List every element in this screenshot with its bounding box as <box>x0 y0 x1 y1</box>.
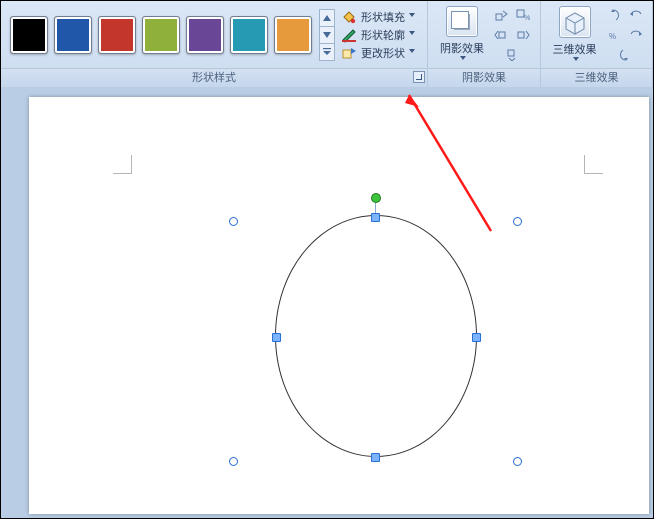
ribbon: 形状填充 形状轮廓 更改形状 <box>1 1 653 88</box>
style-swatch-1[interactable] <box>54 16 92 54</box>
chevron-down-icon <box>409 31 417 39</box>
shape-fill-button[interactable]: 形状填充 <box>341 9 417 25</box>
shadow-nudge-up[interactable] <box>491 6 511 24</box>
group-shadow: 阴影效果 % 阴影效果 <box>428 1 541 87</box>
handle-s[interactable] <box>371 453 380 462</box>
page[interactable] <box>29 97 649 514</box>
three-d-effects-button[interactable]: 三维效果 <box>550 6 600 64</box>
shadow-icon <box>446 6 478 37</box>
group-label-shape-styles: 形状样式 <box>1 68 427 87</box>
change-shape-label: 更改形状 <box>361 45 405 61</box>
three-d-effects-label: 三维效果 <box>553 41 597 57</box>
shadow-nudge: % <box>491 6 533 64</box>
handle-e[interactable] <box>472 333 481 342</box>
svg-text:%: % <box>609 32 616 41</box>
shadow-toggle[interactable]: % <box>513 6 533 24</box>
shadow-effects-button[interactable]: 阴影效果 <box>437 6 487 64</box>
document-area <box>1 87 653 518</box>
shape-outline-label: 形状轮廓 <box>361 27 405 43</box>
style-swatch-3[interactable] <box>142 16 180 54</box>
group-label-text: 形状样式 <box>192 72 236 84</box>
style-swatch-0[interactable] <box>10 16 48 54</box>
shape-fill-label: 形状填充 <box>361 9 405 25</box>
style-swatch-2[interactable] <box>98 16 136 54</box>
cube-icon <box>559 6 591 38</box>
group-label-text: 阴影效果 <box>462 72 506 84</box>
shadow-nudge-left[interactable] <box>491 26 511 44</box>
tilt-right[interactable] <box>626 26 646 44</box>
handle-w[interactable] <box>272 333 281 342</box>
rotate-handle[interactable] <box>371 193 381 203</box>
chevron-down-icon <box>573 57 581 64</box>
gallery-scroll <box>319 9 335 61</box>
pen-icon <box>341 27 357 43</box>
tilt-reset[interactable] <box>617 46 633 64</box>
handle-sw[interactable] <box>229 457 238 466</box>
gallery-up[interactable] <box>319 9 335 27</box>
group-label-shadow: 阴影效果 <box>428 68 540 87</box>
gallery-more[interactable] <box>319 44 335 61</box>
change-shape-icon <box>341 45 357 61</box>
svg-text:%: % <box>524 15 530 21</box>
style-gallery[interactable] <box>7 14 315 56</box>
shadow-nudge-right[interactable] <box>513 26 533 44</box>
shadow-effects-label: 阴影效果 <box>440 40 484 56</box>
handle-nw[interactable] <box>229 217 238 226</box>
handle-ne[interactable] <box>513 217 522 226</box>
margin-corner-tr <box>584 155 603 174</box>
shape-outline-button[interactable]: 形状轮廓 <box>341 27 417 43</box>
handle-n[interactable] <box>371 213 380 222</box>
shape-ellipse[interactable] <box>275 215 477 457</box>
bucket-icon <box>341 9 357 25</box>
shape-options: 形状填充 形状轮廓 更改形状 <box>337 9 421 61</box>
chevron-down-icon <box>409 13 417 21</box>
tilt-down[interactable]: % <box>604 26 624 44</box>
group-label-3d: 三维效果 <box>541 68 652 87</box>
dialog-launcher-shape-styles[interactable] <box>413 71 425 83</box>
tilt-controls: % <box>604 6 646 64</box>
gallery-down[interactable] <box>319 27 335 44</box>
style-swatch-4[interactable] <box>186 16 224 54</box>
margin-corner-tl <box>113 155 132 174</box>
tilt-up[interactable] <box>604 6 624 24</box>
chevron-down-icon <box>409 49 417 57</box>
group-shape-styles: 形状填充 形状轮廓 更改形状 <box>1 1 428 87</box>
chevron-down-icon <box>460 56 468 64</box>
shadow-nudge-down[interactable] <box>504 46 520 64</box>
change-shape-button[interactable]: 更改形状 <box>341 45 417 61</box>
style-swatch-5[interactable] <box>230 16 268 54</box>
handle-se[interactable] <box>513 457 522 466</box>
style-swatch-6[interactable] <box>274 16 312 54</box>
group-label-text: 三维效果 <box>575 72 619 84</box>
selection-box[interactable] <box>229 201 521 471</box>
group-3d: 三维效果 % 三维效果 <box>541 1 653 87</box>
tilt-left[interactable] <box>626 6 646 24</box>
